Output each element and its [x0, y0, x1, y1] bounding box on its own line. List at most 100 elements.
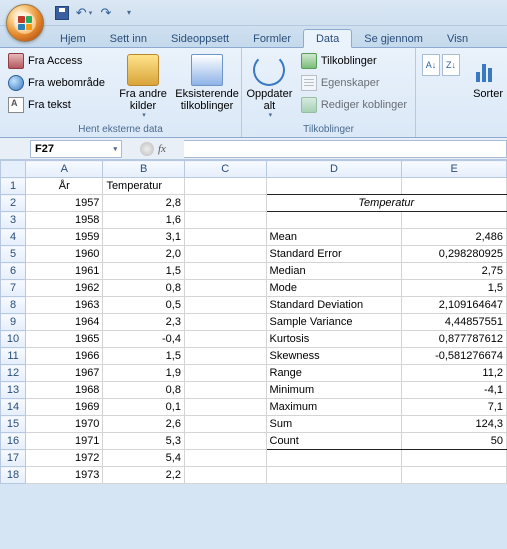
cell[interactable]	[402, 178, 507, 195]
cell[interactable]	[266, 178, 402, 195]
row-header[interactable]: 9	[1, 314, 26, 331]
cell[interactable]: 1,5	[103, 263, 185, 280]
cell[interactable]	[266, 450, 402, 467]
tab-formler[interactable]: Formler	[241, 30, 303, 47]
cancel-formula-icon[interactable]	[140, 142, 154, 156]
refresh-all-button[interactable]: Oppdater alt ▾	[246, 50, 293, 120]
cell[interactable]: Temperatur	[103, 178, 185, 195]
cell[interactable]: 5,3	[103, 433, 185, 450]
cell[interactable]: -0,4	[103, 331, 185, 348]
name-box[interactable]: F27 ▾	[30, 140, 122, 158]
cell[interactable]: 1970	[26, 416, 103, 433]
sort-button[interactable]: Sorter	[466, 50, 507, 100]
cell[interactable]: Standard Deviation	[266, 297, 402, 314]
col-header-B[interactable]: B	[103, 161, 185, 178]
row-header[interactable]: 11	[1, 348, 26, 365]
undo-button[interactable]: ↶▾	[74, 3, 94, 23]
row-header[interactable]: 16	[1, 433, 26, 450]
cell[interactable]: -4,1	[402, 382, 507, 399]
spreadsheet-grid[interactable]: A B C D E 1ÅrTemperatur219572,8Temperatu…	[0, 160, 507, 484]
cell[interactable]	[266, 467, 402, 484]
cell[interactable]: Mode	[266, 280, 402, 297]
properties-button[interactable]: Egenskaper	[297, 72, 411, 94]
cell[interactable]: 1,5	[402, 280, 507, 297]
cell[interactable]: 11,2	[402, 365, 507, 382]
cell[interactable]	[402, 467, 507, 484]
cell[interactable]: 1968	[26, 382, 103, 399]
cell[interactable]: 1,6	[103, 212, 185, 229]
cell[interactable]: 7,1	[402, 399, 507, 416]
cell[interactable]: 1961	[26, 263, 103, 280]
select-all-corner[interactable]	[1, 161, 26, 178]
cell[interactable]: Sample Variance	[266, 314, 402, 331]
cell[interactable]: 1972	[26, 450, 103, 467]
cell[interactable]: 1965	[26, 331, 103, 348]
qat-customize[interactable]: ▾	[118, 3, 138, 23]
cell[interactable]: 2,0	[103, 246, 185, 263]
cell[interactable]	[184, 246, 266, 263]
cell[interactable]	[184, 382, 266, 399]
cell[interactable]: 0,298280925	[402, 246, 507, 263]
cell[interactable]: 1966	[26, 348, 103, 365]
row-header[interactable]: 1	[1, 178, 26, 195]
cell[interactable]	[184, 297, 266, 314]
cell[interactable]: 2,8	[103, 195, 185, 212]
cell[interactable]: 1960	[26, 246, 103, 263]
row-header[interactable]: 14	[1, 399, 26, 416]
cell[interactable]	[184, 280, 266, 297]
row-header[interactable]: 17	[1, 450, 26, 467]
cell[interactable]: 0,1	[103, 399, 185, 416]
cell[interactable]: 0,8	[103, 382, 185, 399]
cell[interactable]	[184, 314, 266, 331]
cell[interactable]	[184, 348, 266, 365]
stats-title-cell[interactable]: Temperatur	[266, 195, 507, 212]
cell[interactable]: 1,5	[103, 348, 185, 365]
cell[interactable]: 3,1	[103, 229, 185, 246]
edit-links-button[interactable]: Rediger koblinger	[297, 94, 411, 116]
from-access-button[interactable]: Fra Access	[4, 50, 109, 72]
from-text-button[interactable]: Fra tekst	[4, 94, 109, 116]
row-header[interactable]: 5	[1, 246, 26, 263]
cell[interactable]	[184, 433, 266, 450]
col-header-D[interactable]: D	[266, 161, 402, 178]
row-header[interactable]: 12	[1, 365, 26, 382]
redo-button[interactable]: ↷	[96, 3, 116, 23]
cell[interactable]: 5,4	[103, 450, 185, 467]
sort-desc-button[interactable]: Z↓	[442, 54, 460, 76]
row-header[interactable]: 8	[1, 297, 26, 314]
cell[interactable]: 1964	[26, 314, 103, 331]
row-header[interactable]: 4	[1, 229, 26, 246]
cell[interactable]: 50	[402, 433, 507, 450]
cell[interactable]: 2,3	[103, 314, 185, 331]
fx-icon[interactable]: fx	[158, 143, 166, 155]
cell[interactable]	[184, 178, 266, 195]
save-button[interactable]	[52, 3, 72, 23]
cell[interactable]: 1959	[26, 229, 103, 246]
cell[interactable]	[184, 331, 266, 348]
row-header[interactable]: 18	[1, 467, 26, 484]
cell[interactable]: 1971	[26, 433, 103, 450]
tab-data[interactable]: Data	[303, 29, 352, 48]
cell[interactable]	[402, 450, 507, 467]
cell[interactable]: Mean	[266, 229, 402, 246]
cell[interactable]	[266, 212, 402, 229]
cell[interactable]	[184, 365, 266, 382]
col-header-E[interactable]: E	[402, 161, 507, 178]
cell[interactable]: Range	[266, 365, 402, 382]
cell[interactable]: Median	[266, 263, 402, 280]
cell[interactable]: År	[26, 178, 103, 195]
row-header[interactable]: 2	[1, 195, 26, 212]
row-header[interactable]: 6	[1, 263, 26, 280]
col-header-C[interactable]: C	[184, 161, 266, 178]
cell[interactable]: 0,8	[103, 280, 185, 297]
cell[interactable]	[184, 450, 266, 467]
cell[interactable]: 2,2	[103, 467, 185, 484]
cell[interactable]: 1969	[26, 399, 103, 416]
cell[interactable]: 1958	[26, 212, 103, 229]
tab-hjem[interactable]: Hjem	[48, 30, 98, 47]
cell[interactable]: 1,9	[103, 365, 185, 382]
tab-sideoppsett[interactable]: Sideoppsett	[159, 30, 241, 47]
row-header[interactable]: 10	[1, 331, 26, 348]
row-header[interactable]: 15	[1, 416, 26, 433]
cell[interactable]	[184, 263, 266, 280]
